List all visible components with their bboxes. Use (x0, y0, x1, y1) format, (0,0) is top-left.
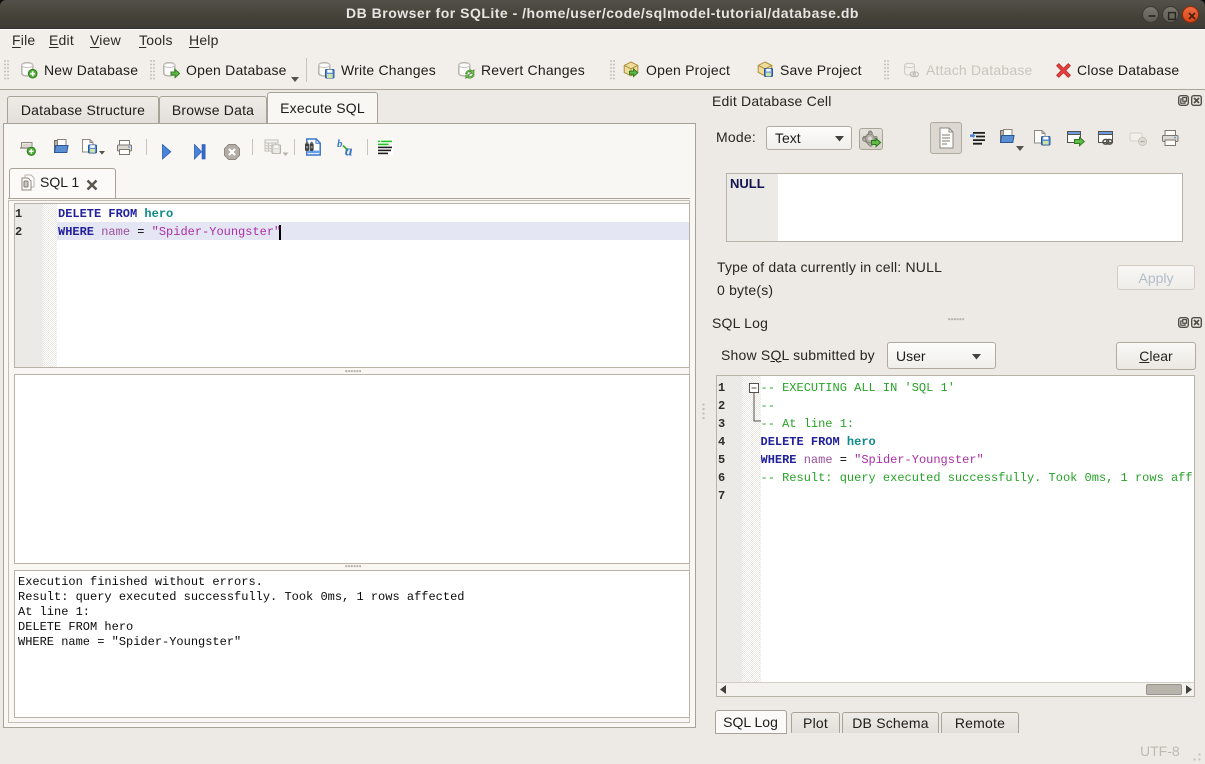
svg-text:a: a (345, 144, 353, 158)
svg-text:b: b (337, 138, 343, 150)
